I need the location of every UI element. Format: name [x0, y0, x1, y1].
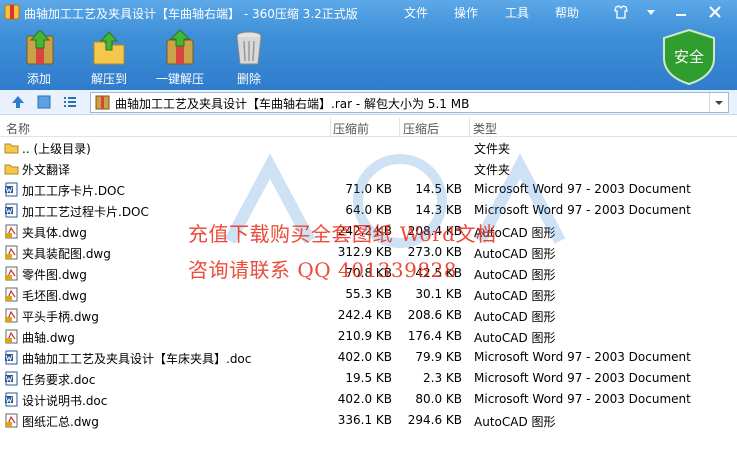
- file-name: 零件图.dwg: [22, 268, 87, 282]
- file-size-before: 210.9 KB: [337, 329, 392, 343]
- autocad-file-icon: [5, 329, 18, 344]
- watermark-line-2: 咨询请联系 QQ 401339828: [188, 258, 458, 282]
- file-type: AutoCAD 图形: [474, 310, 556, 324]
- watermark-line-1: 充值下载购买全套图纸 Word文档: [188, 222, 497, 246]
- file-name: 夹具装配图.dwg: [22, 247, 111, 261]
- menu-icon[interactable]: [642, 3, 660, 21]
- file-row[interactable]: 曲轴.dwg 210.9 KB 176.4 KB AutoCAD 图形: [0, 326, 737, 347]
- app-logo-icon: [4, 4, 20, 20]
- add-label: 添加: [26, 72, 51, 86]
- autocad-file-icon: [5, 224, 18, 239]
- column-packed[interactable]: 压缩前: [333, 120, 369, 137]
- word-document-icon: [5, 350, 18, 365]
- up-arrow-icon[interactable]: [10, 94, 26, 110]
- path-field[interactable]: 曲轴加工工艺及夹具设计【车曲轴右端】.rar - 解包大小为 5.1 MB: [90, 92, 729, 113]
- trash-icon: [236, 31, 262, 65]
- file-name: 夹具体.dwg: [22, 226, 87, 240]
- safety-badge-text: 安全: [674, 48, 704, 66]
- file-type: Microsoft Word 97 - 2003 Document: [474, 392, 691, 406]
- file-name: .. (上级目录): [22, 142, 91, 156]
- delete-label: 删除: [236, 72, 261, 86]
- folder-icon: [4, 143, 19, 154]
- file-name: 毛坯图.dwg: [22, 289, 87, 303]
- file-size-before: 242.4 KB: [337, 308, 392, 322]
- file-size-after: 294.6 KB: [407, 413, 462, 427]
- file-size-after: 79.9 KB: [415, 350, 462, 364]
- address-bar: 曲轴加工工艺及夹具设计【车曲轴右端】.rar - 解包大小为 5.1 MB: [0, 90, 737, 115]
- file-size-after: 2.3 KB: [423, 371, 462, 385]
- file-name: 平头手柄.dwg: [22, 310, 99, 324]
- word-document-icon: [5, 182, 18, 197]
- window-title: 曲轴加工工艺及夹具设计【车曲轴右端】 - 360压缩 3.2正式版: [24, 7, 358, 21]
- list-view-icon[interactable]: [62, 94, 78, 110]
- word-document-icon: [5, 203, 18, 218]
- extract-folder-icon: [93, 31, 125, 65]
- file-type: AutoCAD 图形: [474, 268, 556, 282]
- one-click-extract-label: 一键解压: [155, 72, 204, 86]
- file-name: 加工工序卡片.DOC: [22, 184, 125, 198]
- file-name: 任务要求.doc: [22, 373, 96, 387]
- safety-shield-icon[interactable]: 安全: [660, 28, 718, 86]
- file-size-after: 80.0 KB: [415, 392, 462, 406]
- archive-icon: [95, 95, 110, 110]
- minimize-icon[interactable]: [672, 3, 690, 21]
- app-window: 曲轴加工工艺及夹具设计【车曲轴右端】 - 360压缩 3.2正式版 文件 操作 …: [0, 0, 737, 457]
- menu-help[interactable]: 帮助: [555, 4, 579, 21]
- file-row[interactable]: 任务要求.doc 19.5 KB 2.3 KB Microsoft Word 97 -…: [0, 368, 737, 389]
- file-row[interactable]: 毛坯图.dwg 55.3 KB 30.1 KB AutoCAD 图形: [0, 284, 737, 305]
- column-header: 名称 压缩前 压缩后 类型: [0, 118, 737, 137]
- file-name: 曲轴加工工艺及夹具设计【车床夹具】.doc: [22, 352, 252, 366]
- file-size-after: 208.6 KB: [407, 308, 462, 322]
- file-type: Microsoft Word 97 - 2003 Document: [474, 371, 691, 385]
- file-name: 外文翻译: [22, 163, 71, 177]
- file-size-before: 402.0 KB: [337, 392, 392, 406]
- column-name[interactable]: 名称: [6, 120, 30, 137]
- title-bar: 曲轴加工工艺及夹具设计【车曲轴右端】 - 360压缩 3.2正式版 文件 操作 …: [0, 0, 737, 26]
- file-size-before: 19.5 KB: [345, 371, 392, 385]
- archive-path: 曲轴加工工艺及夹具设计【车曲轴右端】.rar - 解包大小为 5.1 MB: [115, 97, 470, 111]
- autocad-file-icon: [5, 308, 18, 323]
- file-name: 图纸汇总.dwg: [22, 415, 99, 429]
- add-icon: [26, 30, 54, 65]
- file-type: AutoCAD 图形: [474, 289, 556, 303]
- column-compressed[interactable]: 压缩后: [403, 120, 439, 137]
- word-document-icon: [5, 371, 18, 386]
- autocad-file-icon: [5, 266, 18, 281]
- one-click-extract-icon: [166, 30, 194, 65]
- extract-to-label: 解压到: [90, 72, 127, 86]
- autocad-file-icon: [5, 245, 18, 260]
- file-name: 加工工艺过程卡片.DOC: [22, 205, 149, 219]
- autocad-file-icon: [5, 287, 18, 302]
- folder-icon: [4, 164, 19, 175]
- file-name: 设计说明书.doc: [22, 394, 108, 408]
- file-type: AutoCAD 图形: [474, 415, 556, 429]
- file-row[interactable]: 图纸汇总.dwg 336.1 KB 294.6 KB AutoCAD 图形: [0, 410, 737, 431]
- column-divider[interactable]: [469, 118, 470, 136]
- file-row[interactable]: 曲轴加工工艺及夹具设计【车床夹具】.doc 402.0 KB 79.9 KB Micr…: [0, 347, 737, 368]
- menu-file[interactable]: 文件: [404, 4, 428, 21]
- top-band: 曲轴加工工艺及夹具设计【车曲轴右端】 - 360压缩 3.2正式版 文件 操作 …: [0, 0, 737, 90]
- skin-icon[interactable]: [612, 3, 630, 21]
- chevron-down-icon[interactable]: [709, 93, 728, 112]
- column-type[interactable]: 类型: [473, 120, 497, 137]
- file-row[interactable]: 平头手柄.dwg 242.4 KB 208.6 KB AutoCAD 图形: [0, 305, 737, 326]
- menu-tools[interactable]: 工具: [505, 4, 529, 21]
- file-size-after: 176.4 KB: [407, 329, 462, 343]
- file-type: Microsoft Word 97 - 2003 Document: [474, 350, 691, 364]
- autocad-file-icon: [5, 413, 18, 428]
- word-document-icon: [5, 392, 18, 407]
- file-row[interactable]: 设计说明书.doc 402.0 KB 80.0 KB Microsoft Word 9…: [0, 389, 737, 410]
- file-size-before: 402.0 KB: [337, 350, 392, 364]
- file-size-before: 55.3 KB: [345, 287, 392, 301]
- column-divider[interactable]: [330, 118, 331, 136]
- close-icon[interactable]: [706, 3, 724, 21]
- file-name: 曲轴.dwg: [22, 331, 75, 345]
- file-type: AutoCAD 图形: [474, 331, 556, 345]
- menu-operate[interactable]: 操作: [454, 4, 478, 21]
- file-size-before: 336.1 KB: [337, 413, 392, 427]
- file-size-after: 30.1 KB: [415, 287, 462, 301]
- thumbnail-view-icon[interactable]: [36, 94, 52, 110]
- column-divider[interactable]: [399, 118, 400, 136]
